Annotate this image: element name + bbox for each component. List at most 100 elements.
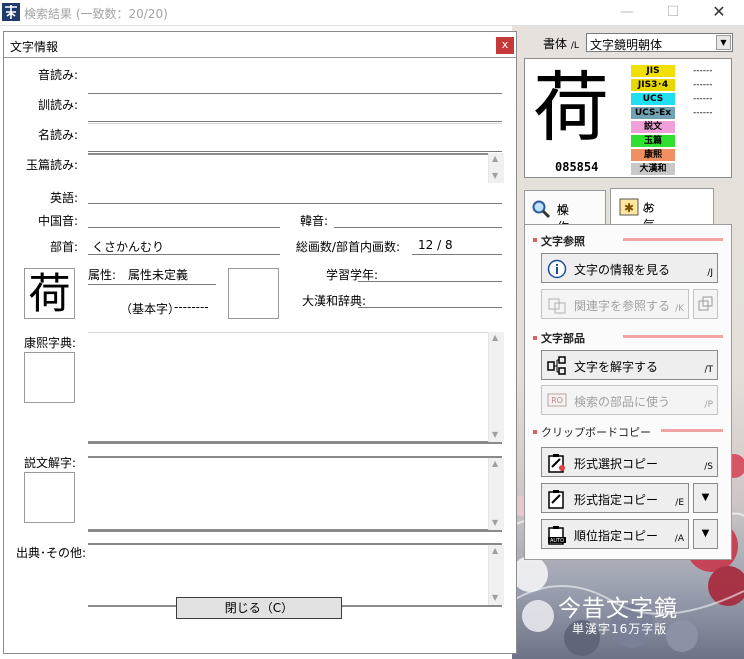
section-title-reference: 文字参照	[541, 235, 585, 248]
tab-operations[interactable]: 操作 /C	[524, 190, 606, 234]
scrollbar[interactable]: ▲ ▼	[488, 458, 504, 530]
magnifier-icon	[532, 200, 551, 219]
auto-clipboard-icon: AUTO	[548, 526, 566, 545]
window-icon	[698, 296, 712, 311]
strokes-label: 総画数/部首内画数:	[295, 240, 400, 254]
attribute-label: 属性:	[88, 268, 117, 282]
on-reading-field	[88, 93, 502, 94]
parts-icon: RO	[547, 393, 567, 407]
english-label: 英語:	[49, 191, 78, 205]
clipboard-icon	[548, 454, 565, 473]
attribute-value: 属性未定義	[128, 268, 189, 282]
tag-daikanwa: 大漢和	[631, 163, 675, 175]
kun-reading-label: 訓読み:	[37, 98, 78, 112]
gyokuhen-reading-field[interactable]	[88, 153, 502, 183]
chinese-label: 中国音:	[37, 214, 78, 228]
kangxi-glyph-box	[24, 352, 75, 403]
decompose-button[interactable]: 文字を解字する /T	[541, 350, 718, 380]
korean-label: 韓音:	[299, 214, 328, 228]
product-edition: 単漢字16万字版	[572, 622, 668, 636]
section-marker	[533, 238, 537, 242]
related-icon	[548, 298, 566, 314]
tag-gyokuhen: 玉篇	[631, 135, 675, 147]
on-reading-label: 音読み:	[37, 68, 78, 82]
scroll-up-icon[interactable]: ▲	[492, 546, 498, 555]
ucs-value: ------	[693, 94, 713, 104]
section-title-parts: 文字部品	[541, 332, 585, 345]
jis34-value: ------	[693, 80, 713, 90]
view-char-info-button[interactable]: 文字の情報を見る /J	[541, 253, 718, 283]
scroll-up-icon[interactable]: ▲	[492, 459, 498, 468]
korean-field	[334, 227, 502, 228]
copy-order-dropdown-button[interactable]: ▼	[693, 519, 718, 549]
scrollbar[interactable]: ▲ ▼	[488, 153, 504, 183]
related-chars-button[interactable]: 関連字を参照する /K	[541, 289, 689, 319]
product-logo: 今昔文字鏡	[558, 596, 678, 622]
tab-favorites[interactable]: ✱ お気に入 /V	[610, 188, 714, 266]
chevron-down-icon: ▼	[701, 492, 710, 503]
scroll-up-icon[interactable]: ▲	[492, 154, 498, 163]
gyokuhen-reading-label: 玉篇読み:	[25, 158, 78, 172]
basic-char-label: （基本字）	[120, 302, 181, 316]
shuowen-glyph-box	[24, 472, 75, 523]
name-reading-label: 名読み:	[37, 128, 78, 142]
scroll-up-icon[interactable]: ▲	[492, 333, 498, 342]
maximize-button[interactable]: ☐	[650, 0, 696, 26]
window-close-button[interactable]: ✕	[696, 0, 742, 26]
dialog-title-bar: 文字情報 x	[4, 32, 516, 58]
tag-jis34: JIS3･4	[631, 79, 675, 91]
kangxi-text[interactable]	[88, 332, 502, 444]
ucs-ex-value: ------	[693, 108, 713, 118]
grade-field	[358, 281, 502, 282]
section-title-clipboard: クリップボードコピー	[541, 426, 651, 439]
radical-label: 部首:	[49, 240, 78, 254]
shuowen-label: 説文解字:	[24, 456, 77, 470]
dialog-close-button[interactable]: x	[496, 37, 514, 54]
tag-jis: JIS	[631, 65, 675, 77]
related-window-button[interactable]	[693, 289, 718, 319]
chinese-field	[88, 227, 280, 228]
scroll-down-icon[interactable]: ▼	[492, 430, 498, 439]
copy-ranked-button[interactable]: AUTO 順位指定コピー /A	[541, 519, 689, 549]
daikanwa-label: 大漢和辞典:	[301, 294, 366, 308]
big-glyph: 荷	[533, 63, 609, 152]
copy-specified-format-button[interactable]: 形式指定コピー /E	[541, 483, 689, 513]
svg-text:✱: ✱	[624, 201, 634, 215]
scroll-down-icon[interactable]: ▼	[492, 518, 498, 527]
attribute-field	[88, 284, 216, 285]
tag-ucs: UCS	[631, 93, 675, 105]
english-field	[88, 203, 502, 204]
source-label: 出典･その他:	[16, 546, 87, 560]
copy-select-format-button[interactable]: 形式選択コピー /S	[541, 447, 718, 477]
scrollbar[interactable]: ▲ ▼	[488, 545, 504, 605]
section-divider	[661, 429, 723, 432]
strokes-value: 12 / 8	[418, 238, 453, 252]
section-marker	[533, 430, 537, 434]
scroll-down-icon[interactable]: ▼	[492, 171, 498, 180]
basic-char-value: --------	[174, 300, 209, 314]
copy-spec-dropdown-button[interactable]: ▼	[693, 483, 718, 513]
chevron-down-icon[interactable]: ▼	[716, 35, 731, 50]
use-parts-button[interactable]: RO 検索の部品に使う /P	[541, 385, 718, 415]
close-button[interactable]: 閉じる（C）	[176, 597, 342, 619]
decompose-icon	[547, 356, 566, 375]
section-divider	[623, 238, 723, 241]
chevron-down-icon: ▼	[701, 528, 710, 539]
tag-shuowen: 説文	[631, 121, 675, 133]
glyph-panel: 荷 085854 JIS JIS3･4 UCS UCS-Ex 説文 玉篇 康熙 …	[524, 58, 732, 178]
glyph-code: 085854	[555, 160, 599, 174]
scroll-down-icon[interactable]: ▼	[492, 593, 498, 602]
dialog-title: 文字情報	[10, 40, 59, 54]
font-select[interactable]: 文字鏡明朝体 ▼	[586, 33, 733, 52]
kun-reading-field	[88, 121, 502, 124]
tag-kangxi: 康熙	[631, 149, 675, 161]
strokes-field	[412, 254, 502, 255]
shuowen-text[interactable]	[88, 456, 502, 532]
window-title-bar: 検索結果 (一致数：20/20) — ☐ ✕	[0, 0, 744, 26]
scrollbar[interactable]: ▲ ▼	[488, 332, 504, 442]
info-icon	[547, 259, 567, 279]
font-select-value: 文字鏡明朝体	[590, 38, 663, 52]
minimize-button[interactable]: —	[604, 0, 650, 26]
section-divider	[623, 335, 723, 338]
tag-ucs-ex: UCS-Ex	[631, 107, 675, 119]
